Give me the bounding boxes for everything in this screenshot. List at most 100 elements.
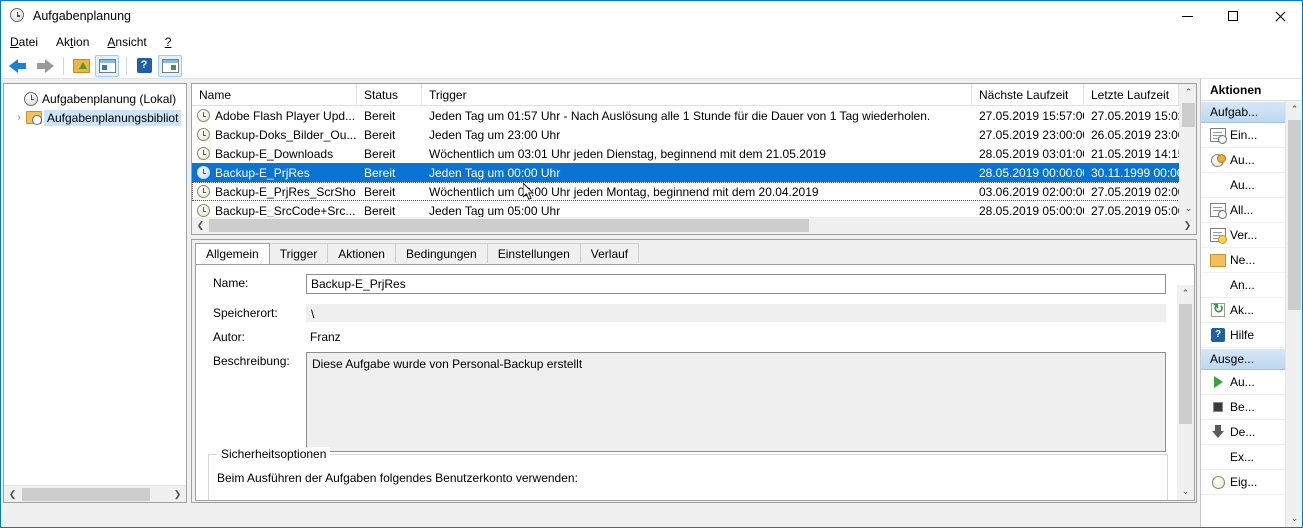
tree-item-root[interactable]: Aufgabenplanung (Lokal): [4, 89, 186, 108]
menu-item-aktion[interactable]: Aktion: [56, 33, 99, 51]
scroll-down-icon[interactable]: ⌄: [1286, 510, 1302, 527]
tree-expander-library[interactable]: ›: [12, 112, 26, 123]
cell-trigger: Jeden Tag um 23:00 Uhr: [429, 127, 561, 142]
name-field[interactable]: Backup-E_PrjRes: [306, 274, 1166, 294]
tab-panel-allgemein: Name: Backup-E_PrjRes Speicherort: \ Aut…: [195, 264, 1195, 501]
task-list-vscroll-thumb[interactable]: [1182, 103, 1195, 127]
tab-trigger[interactable]: Trigger: [268, 243, 329, 263]
column-header-name[interactable]: Name: [192, 84, 357, 106]
cell-trigger: Wöchentlich um 03:01 Uhr jeden Dienstag,…: [429, 146, 826, 161]
cell-last-run: 27.05.2019 02:00:: [1091, 184, 1179, 199]
show-hide-console-tree-icon[interactable]: [95, 54, 119, 77]
task-list-vertical-scrollbar[interactable]: ⌃ ⌄: [1179, 84, 1196, 217]
cell-name-label: Backup-E_PrjRes_ScrSho...: [215, 184, 357, 199]
actions-vscroll-thumb[interactable]: [1288, 120, 1301, 310]
task-list-horizontal-scrollbar[interactable]: ❮ ❯: [192, 217, 1196, 234]
cell-status: Bereit: [364, 203, 396, 218]
scroll-left-icon[interactable]: ❮: [192, 217, 209, 234]
table-row[interactable]: Adobe Flash Player Upd... Bereit Jeden T…: [192, 106, 1196, 125]
menu-item-help[interactable]: ?: [165, 33, 182, 51]
toolbar-separator-2: [126, 56, 127, 75]
author-value: Franz: [310, 330, 341, 344]
help-icon[interactable]: ?: [132, 55, 156, 77]
cell-status: Bereit: [364, 184, 396, 199]
scroll-right-icon[interactable]: ❯: [1179, 217, 1196, 234]
tree-item-library[interactable]: › Aufgabenplanungsbibliot: [4, 108, 186, 127]
cell-trigger: Jeden Tag um 01:57 Uhr - Nach Auslösung …: [429, 108, 931, 123]
cell-trigger: Jeden Tag um 00:00 Uhr: [429, 165, 561, 180]
task-list: Name Status Trigger Nächste Laufzeit Let…: [191, 83, 1197, 235]
author-label: Autor:: [213, 330, 246, 344]
cell-next-run: 03.06.2019 02:00:00: [979, 184, 1084, 199]
security-options-group: Sicherheitsoptionen Beim Ausführen der A…: [208, 447, 1168, 500]
column-header-status[interactable]: Status: [357, 84, 422, 106]
task-icon: [197, 109, 210, 122]
show-hide-action-pane-icon[interactable]: [158, 54, 182, 77]
table-row[interactable]: Backup-E_Downloads Bereit Wöchentlich um…: [192, 144, 1196, 163]
scroll-up-icon[interactable]: ⌃: [1286, 101, 1302, 118]
field-row-description: Beschreibung: Diese Aufgabe wurde von Pe…: [196, 352, 1194, 452]
tab-aktionen[interactable]: Aktionen: [327, 243, 396, 263]
forward-arrow-icon[interactable]: [32, 55, 56, 77]
refresh-icon: [1206, 301, 1230, 317]
tree-horizontal-scrollbar[interactable]: ❮ ❯: [4, 485, 186, 502]
column-header-next-run[interactable]: Nächste Laufzeit: [972, 84, 1084, 106]
middle-pane: Name Status Trigger Nächste Laufzeit Let…: [191, 83, 1197, 503]
back-arrow-icon[interactable]: [6, 55, 30, 77]
help-icon: ?: [1206, 328, 1230, 342]
tab-bedingungen[interactable]: Bedingungen: [394, 243, 488, 263]
scroll-up-icon[interactable]: ⌃: [1177, 285, 1194, 302]
task-folder-icon: [26, 111, 44, 125]
detail-vertical-scrollbar[interactable]: ⌃ ⌄: [1177, 285, 1194, 500]
actions-group-task-label: Aufgab...: [1210, 105, 1259, 119]
clock-icon: [10, 8, 26, 24]
tree-hscroll-thumb[interactable]: [22, 487, 150, 501]
detail-tabs: Allgemein Trigger Aktionen Bedingungen E…: [192, 240, 1196, 264]
maximize-button[interactable]: [1210, 1, 1256, 31]
cell-name: Backup-E_Downloads: [192, 147, 357, 161]
task-icon: [197, 147, 210, 160]
scroll-down-icon[interactable]: ⌄: [1177, 483, 1194, 500]
task-list-hscroll-thumb[interactable]: [209, 219, 809, 232]
cell-name: Backup-E_SrcCode+Src...: [192, 204, 357, 218]
cell-name-label: Adobe Flash Player Upd...: [215, 108, 356, 123]
cell-trigger: Jeden Tag um 05:00 Uhr: [429, 203, 561, 218]
table-row[interactable]: Backup-Doks_Bilder_Ou... Bereit Jeden Ta…: [192, 125, 1196, 144]
cell-last-run: 30.11.1999 00:00:: [1091, 165, 1179, 180]
tab-einstellungen[interactable]: Einstellungen: [486, 243, 581, 263]
scroll-left-icon[interactable]: ❮: [4, 485, 21, 502]
actions-pane-vertical-scrollbar[interactable]: ⌃ ⌄: [1285, 101, 1302, 527]
scroll-right-icon[interactable]: ❯: [169, 485, 186, 502]
scroll-down-icon[interactable]: ⌄: [1180, 200, 1196, 217]
field-row-name: Name: Backup-E_PrjRes: [196, 274, 1194, 294]
close-button[interactable]: [1256, 1, 1302, 31]
description-field[interactable]: Diese Aufgabe wurde von Personal-Backup …: [306, 352, 1166, 452]
task-list-hscroll-track[interactable]: [209, 217, 1179, 234]
cell-last-run: 21.05.2019 14:15:: [1091, 146, 1179, 161]
up-folder-icon[interactable]: [69, 55, 93, 77]
actions-pane-title: Aktionen: [1201, 79, 1302, 101]
field-row-author: Autor: Franz: [196, 328, 1194, 347]
menu-item-ansicht[interactable]: Ansicht: [107, 33, 156, 51]
properties-icon: [1206, 475, 1230, 489]
column-header-last-run[interactable]: Letzte Laufzeit: [1084, 84, 1179, 106]
window-title: Aufgabenplanung: [33, 9, 132, 23]
field-row-location: Speicherort: \: [196, 304, 1194, 323]
tree-hscroll-track[interactable]: [21, 485, 169, 502]
table-row-selected[interactable]: Backup-E_PrjRes Bereit Jeden Tag um 00:0…: [192, 163, 1196, 182]
menu-bar: Datei Aktion Ansicht ?: [1, 31, 1302, 53]
menu-item-datei[interactable]: Datei: [10, 33, 48, 51]
cell-name: Backup-Doks_Bilder_Ou...: [192, 128, 357, 142]
security-options-line: Beim Ausführen der Aufgaben folgendes Be…: [217, 471, 578, 485]
cell-trigger: Wöchentlich um 02:00 Uhr jeden Montag, b…: [429, 184, 819, 199]
tab-allgemein[interactable]: Allgemein: [195, 243, 270, 264]
scroll-up-icon[interactable]: ⌃: [1180, 84, 1196, 101]
task-icon: [197, 166, 210, 179]
column-header-trigger[interactable]: Trigger: [422, 84, 972, 106]
minimize-button[interactable]: [1164, 1, 1210, 31]
actions-pane: Aktionen Aufgab... ▲ Ein... Au... Au...: [1200, 79, 1302, 527]
tab-verlauf[interactable]: Verlauf: [579, 243, 640, 263]
detail-vscroll-thumb[interactable]: [1179, 304, 1192, 424]
cell-next-run: 28.05.2019 00:00:00: [979, 165, 1084, 180]
table-row[interactable]: Backup-E_PrjRes_ScrSho... Bereit Wöchent…: [192, 182, 1196, 201]
